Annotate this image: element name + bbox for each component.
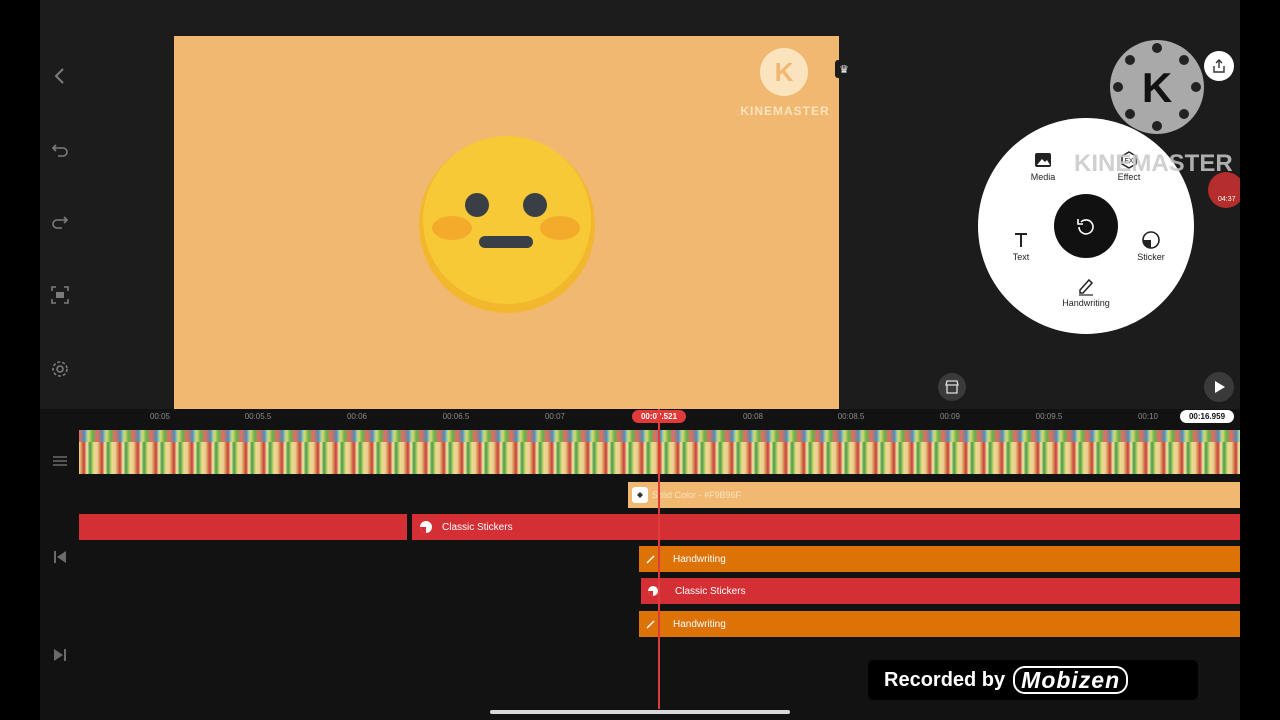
editor-screen: K KINEMASTER ♛ K Media FX Effect Text St… [40, 0, 1240, 720]
chevron-left-icon [54, 68, 64, 84]
mobizen-watermark: Recorded by Mobizen [868, 660, 1198, 700]
handwriting-button[interactable]: Handwriting [1051, 276, 1121, 308]
crown-icon[interactable]: ♛ [835, 60, 853, 78]
time-tick: 00:05 [149, 412, 171, 421]
sticker-icon [1142, 231, 1160, 249]
pen-icon [1079, 278, 1094, 296]
pen-icon [643, 616, 659, 632]
neutral-face-sticker[interactable] [414, 132, 600, 318]
solid-color-label: Solid Color - #F9B96F [652, 490, 742, 500]
time-tick: 00:05.5 [244, 412, 272, 421]
playhead-line[interactable] [658, 409, 660, 709]
time-tick: 00:09.5 [1035, 412, 1063, 421]
kinemaster-overlay-text: KINEMASTER [1074, 150, 1233, 177]
rotate-icon [1077, 219, 1094, 235]
total-duration: 00:16.959 [1180, 410, 1234, 423]
paint-bucket-icon [632, 487, 648, 503]
text-button[interactable]: Text [986, 230, 1056, 262]
store-icon [945, 380, 959, 394]
pen-icon [643, 551, 659, 567]
play-icon [1215, 381, 1225, 393]
share-button[interactable] [1204, 51, 1234, 81]
settings-button[interactable] [46, 355, 74, 383]
kinemaster-app-logo: K [1110, 40, 1204, 134]
classic-stickers-label-2: Classic Stickers [675, 585, 746, 597]
classic-stickers-label: Classic Stickers [442, 521, 513, 533]
home-indicator[interactable] [490, 710, 790, 714]
text-label: Text [1012, 252, 1030, 262]
handwriting-label-2: Handwriting [673, 618, 726, 630]
back-button[interactable] [46, 62, 74, 90]
recorded-by-label: Recorded by [884, 668, 1006, 691]
time-tick: 00:06 [346, 412, 368, 421]
classic-stickers-clip-2[interactable]: Classic Stickers [641, 578, 1240, 604]
share-icon [1213, 59, 1225, 73]
skip-to-start-button[interactable] [50, 547, 70, 567]
wheel-center-rotate-button[interactable] [1054, 194, 1118, 258]
classic-stickers-clip[interactable]: Classic Stickers [412, 514, 1240, 540]
media-button[interactable]: Media [1008, 150, 1078, 182]
media-label: Media [1030, 172, 1056, 182]
asset-store-button[interactable] [938, 373, 966, 401]
capture-button[interactable] [46, 281, 74, 309]
gear-icon [52, 361, 68, 377]
undo-button[interactable] [46, 135, 74, 163]
redo-icon [52, 216, 69, 229]
recording-time: 04:37 [1218, 196, 1236, 203]
handwriting-label: Handwriting [1062, 298, 1110, 308]
image-icon [1035, 153, 1051, 167]
sticker-clip-left[interactable] [79, 514, 407, 540]
svg-text:K: K [1142, 64, 1172, 111]
sticker-label: Sticker [1137, 252, 1165, 262]
time-tick: 00:08.5 [837, 412, 865, 421]
sticker-icon [418, 519, 434, 535]
play-button[interactable] [1204, 372, 1234, 402]
solid-color-clip[interactable]: Solid Color - #F9B96F [628, 482, 1240, 508]
handwriting-label-1: Handwriting [673, 553, 726, 565]
handwriting-clip-1[interactable]: Handwriting [639, 546, 1240, 572]
kinemaster-logo-icon: K [1113, 43, 1201, 131]
mobizen-logo-text: Mobizen [1013, 666, 1129, 694]
time-tick: 00:08 [742, 412, 764, 421]
sticker-button[interactable]: Sticker [1116, 230, 1186, 262]
skip-to-end-button[interactable] [50, 645, 70, 665]
layer-menu-icon[interactable] [50, 451, 70, 471]
capture-frame-icon [51, 286, 69, 304]
time-tick: 00:09 [939, 412, 961, 421]
time-tick: 00:07 [544, 412, 566, 421]
time-tick: 00:06.5 [442, 412, 470, 421]
kinemaster-watermark-text: KINEMASTER [740, 104, 830, 118]
text-t-icon [1015, 233, 1027, 247]
kinemaster-watermark-logo: K [760, 48, 808, 96]
video-preview[interactable]: K KINEMASTER [174, 36, 839, 409]
undo-icon [51, 144, 68, 157]
redo-button[interactable] [46, 207, 74, 235]
time-tick: 00:10 [1137, 412, 1159, 421]
handwriting-clip-2[interactable]: Handwriting [639, 611, 1240, 637]
